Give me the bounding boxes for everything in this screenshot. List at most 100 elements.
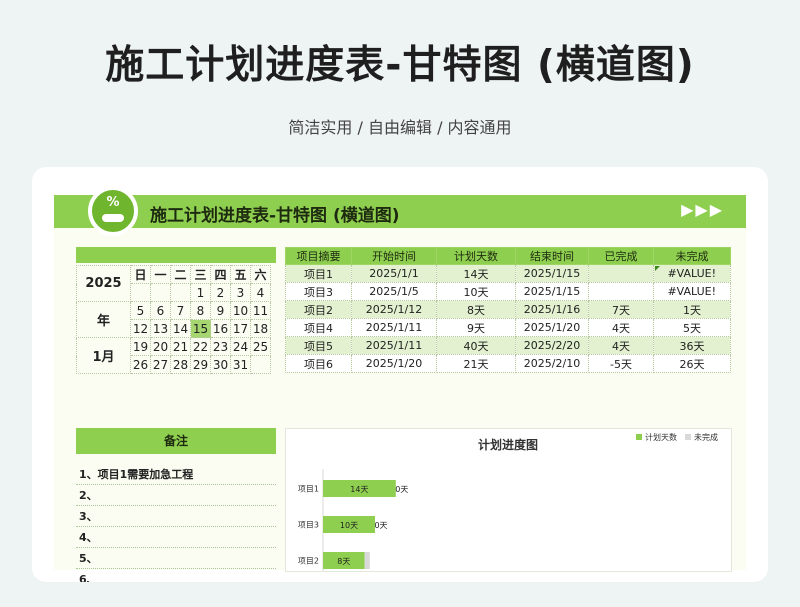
table-cell[interactable]: 14天: [436, 264, 516, 283]
calendar-day[interactable]: 24: [230, 337, 251, 356]
calendar-day[interactable]: [170, 283, 191, 302]
table-cell[interactable]: 4天: [588, 336, 654, 355]
table-cell[interactable]: 项目6: [285, 354, 352, 373]
table-cell[interactable]: 36天: [653, 336, 731, 355]
column-header: 项目摘要: [285, 247, 352, 265]
table-cell[interactable]: 2025/2/10: [515, 354, 589, 373]
calendar-month: 1月: [76, 337, 131, 374]
table-cell-error[interactable]: #VALUE!: [653, 264, 731, 283]
table-cell[interactable]: 2025/1/16: [515, 300, 589, 319]
table-cell[interactable]: [588, 282, 654, 301]
table-cell[interactable]: 7天: [588, 300, 654, 319]
calendar-day[interactable]: 22: [190, 337, 211, 356]
calendar-day[interactable]: 31: [230, 355, 251, 374]
table-cell[interactable]: 2025/1/5: [351, 282, 437, 301]
sheet-title: 施工计划进度表-甘特图 (横道图): [150, 206, 400, 226]
list-item[interactable]: 3、: [76, 507, 276, 527]
calendar-day[interactable]: 10: [230, 301, 251, 320]
calendar-day[interactable]: 19: [130, 337, 151, 356]
table-row: 项目5 2025/1/11 40天 2025/2/20 4天 36天: [285, 336, 731, 355]
table-cell[interactable]: 项目1: [285, 264, 352, 283]
table-cell-error[interactable]: #VALUE!: [653, 282, 731, 301]
calendar-day[interactable]: 2: [210, 283, 231, 302]
percent-icon: %: [88, 186, 138, 236]
table-cell[interactable]: 8天: [436, 300, 516, 319]
table-cell[interactable]: 2025/1/11: [351, 336, 437, 355]
calendar-day[interactable]: 5: [130, 301, 151, 320]
weekday: 一: [150, 265, 171, 284]
calendar-day[interactable]: 6: [150, 301, 171, 320]
calendar-day[interactable]: 16: [210, 319, 231, 338]
calendar-year-label: 年: [76, 301, 131, 338]
table-cell[interactable]: 2025/1/12: [351, 300, 437, 319]
data-label: 8天: [337, 557, 350, 566]
weekday: 四: [210, 265, 231, 284]
list-item[interactable]: 4、: [76, 528, 276, 548]
calendar-day[interactable]: 20: [150, 337, 171, 356]
table-row: 项目6 2025/1/20 21天 2025/2/10 -5天 26天: [285, 354, 731, 373]
calendar-day[interactable]: 21: [170, 337, 191, 356]
calendar-day[interactable]: 27: [150, 355, 171, 374]
table-cell[interactable]: [588, 264, 654, 283]
table-cell[interactable]: 40天: [436, 336, 516, 355]
table-cell[interactable]: 2025/1/15: [515, 264, 589, 283]
table-cell[interactable]: 2025/1/20: [351, 354, 437, 373]
remarks-header: 备注: [76, 428, 276, 454]
calendar-day[interactable]: 9: [210, 301, 231, 320]
calendar-day[interactable]: 13: [150, 319, 171, 338]
table-cell[interactable]: 2025/1/15: [515, 282, 589, 301]
calendar-day[interactable]: 26: [130, 355, 151, 374]
category-label: 项目1: [298, 485, 319, 494]
table-cell[interactable]: 10天: [436, 282, 516, 301]
list-item[interactable]: 6、: [76, 570, 276, 582]
table-cell[interactable]: 项目2: [285, 300, 352, 319]
calendar-day[interactable]: 18: [250, 319, 271, 338]
calendar-day-today[interactable]: 15: [190, 319, 211, 338]
table-cell[interactable]: 5天: [653, 318, 731, 337]
calendar-day[interactable]: 28: [170, 355, 191, 374]
calendar-day[interactable]: 4: [250, 283, 271, 302]
table-cell[interactable]: 项目5: [285, 336, 352, 355]
weekday: 三: [190, 265, 211, 284]
table-cell[interactable]: 2025/1/20: [515, 318, 589, 337]
table-cell[interactable]: 1天: [653, 300, 731, 319]
bar-segment: [364, 552, 370, 569]
calendar-day[interactable]: 30: [210, 355, 231, 374]
legend-label: 计划天数: [645, 432, 677, 442]
list-item[interactable]: 1、项目1需要加急工程: [76, 465, 276, 485]
calendar-day[interactable]: 7: [170, 301, 191, 320]
calendar-day[interactable]: 3: [230, 283, 251, 302]
table-cell[interactable]: 项目3: [285, 282, 352, 301]
calendar-day[interactable]: 11: [250, 301, 271, 320]
list-item[interactable]: 2、: [76, 486, 276, 506]
table-cell[interactable]: 2025/1/1: [351, 264, 437, 283]
table-cell[interactable]: 26天: [653, 354, 731, 373]
table-cell[interactable]: 9天: [436, 318, 516, 337]
calendar-day[interactable]: 17: [230, 319, 251, 338]
calendar-day[interactable]: 1: [190, 283, 211, 302]
table-cell[interactable]: -5天: [588, 354, 654, 373]
calendar-day[interactable]: 14: [170, 319, 191, 338]
table-cell[interactable]: 4天: [588, 318, 654, 337]
calendar-day[interactable]: 25: [250, 337, 271, 356]
calendar-year: 2025: [76, 265, 131, 302]
table-cell[interactable]: 2025/1/11: [351, 318, 437, 337]
column-header: 开始时间: [351, 247, 437, 265]
calendar-day[interactable]: [150, 283, 171, 302]
list-item[interactable]: 5、: [76, 549, 276, 569]
data-label: 0天: [395, 485, 408, 494]
schedule-table: 项目摘要 开始时间 计划天数 结束时间 已完成 未完成 项目1 2025/1/1…: [285, 247, 731, 373]
data-label: 14天: [350, 485, 368, 494]
table-cell[interactable]: 21天: [436, 354, 516, 373]
table-cell[interactable]: 项目4: [285, 318, 352, 337]
calendar-day[interactable]: 12: [130, 319, 151, 338]
calendar-day[interactable]: 29: [190, 355, 211, 374]
arrows-icon: ▶▶▶: [681, 200, 724, 219]
table-cell[interactable]: 2025/2/20: [515, 336, 589, 355]
calendar-day[interactable]: [250, 355, 271, 374]
data-label: 10天: [340, 521, 358, 530]
pill-icon: [102, 214, 124, 222]
calendar-day[interactable]: 8: [190, 301, 211, 320]
calendar-day[interactable]: 23: [210, 337, 231, 356]
calendar-day[interactable]: [130, 283, 151, 302]
